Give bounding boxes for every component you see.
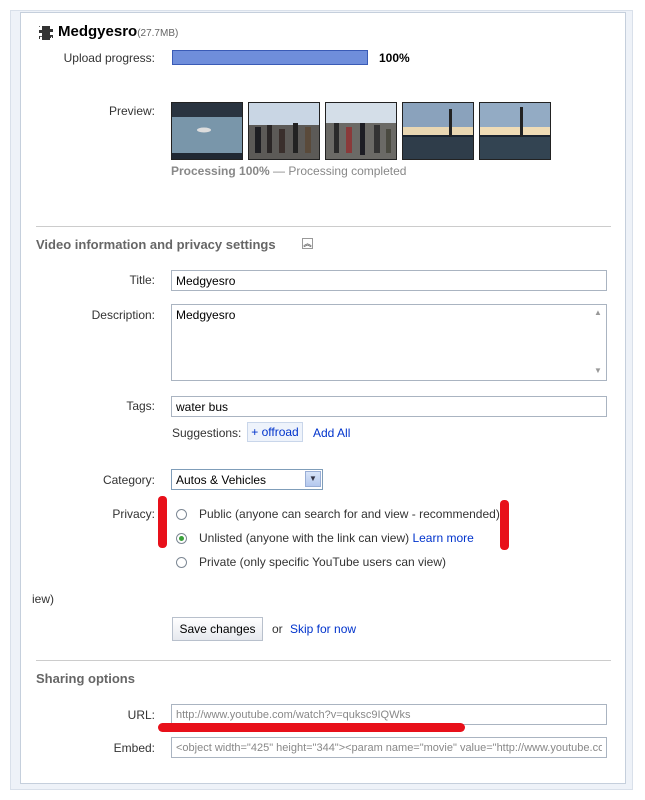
file-size: (27.7MB): [137, 28, 179, 39]
privacy-radio-unlisted[interactable]: [176, 533, 187, 544]
stray-text: iew): [32, 592, 55, 606]
privacy-option-public-label: Public (anyone can search for and view -…: [199, 507, 500, 521]
save-changes-button[interactable]: Save changes: [172, 617, 263, 641]
learn-more-link[interactable]: Learn more: [412, 531, 473, 545]
preview-thumbnail-1[interactable]: [171, 102, 243, 160]
file-heading: Medgyesro(27.7MB): [58, 23, 178, 40]
sharing-options-heading: Sharing options: [36, 671, 135, 686]
tags-input[interactable]: [171, 396, 607, 417]
preview-thumbnail-5[interactable]: [479, 102, 551, 160]
category-select[interactable]: Autos & Vehicles ▼: [171, 469, 323, 490]
title-input[interactable]: [171, 270, 607, 291]
scroll-down-icon[interactable]: ▼: [592, 366, 604, 375]
upload-progress-bar: [172, 50, 368, 65]
url-label: URL:: [127, 708, 155, 722]
privacy-radio-public[interactable]: [176, 509, 187, 520]
processing-percent: Processing 100%: [171, 164, 270, 178]
category-label: Category:: [102, 473, 155, 487]
embed-label: Embed:: [113, 741, 155, 755]
annotation-red-bar-left: [158, 496, 167, 548]
collapse-section-icon[interactable]: ︽: [302, 238, 313, 249]
file-name: Medgyesro: [58, 23, 138, 40]
upload-progress-label: Upload progress:: [63, 51, 155, 65]
embed-code-field[interactable]: [171, 737, 607, 758]
preview-thumbnail-3[interactable]: [325, 102, 397, 160]
privacy-option-unlisted: Unlisted (anyone with the link can view)…: [199, 531, 474, 545]
annotation-red-underline: [158, 723, 465, 732]
add-all-link[interactable]: Add All: [313, 426, 350, 440]
video-info-heading-text: Video information and privacy settings: [36, 237, 276, 252]
upload-progress-percent: 100%: [379, 51, 410, 65]
processing-status: Processing 100% — Processing completed: [171, 164, 406, 178]
upload-progress-fill: [173, 51, 367, 64]
privacy-option-unlisted-label: Unlisted (anyone with the link can view): [199, 531, 410, 545]
suggestion-chip-offroad[interactable]: + offroad: [247, 422, 303, 442]
description-textarea[interactable]: Medgyesro: [171, 304, 607, 381]
scroll-up-icon[interactable]: ▲: [592, 308, 604, 317]
preview-thumbnail-2[interactable]: [248, 102, 320, 160]
privacy-option-private-label: Private (only specific YouTube users can…: [199, 555, 447, 569]
processing-message: — Processing completed: [269, 164, 407, 178]
description-label: Description:: [91, 308, 155, 322]
category-selected-value: Autos & Vehicles: [176, 473, 267, 487]
tags-label: Tags:: [126, 399, 155, 413]
dropdown-arrow-icon[interactable]: ▼: [305, 471, 321, 487]
video-file-icon: [39, 26, 53, 40]
suggestions-label: Suggestions:: [172, 426, 242, 440]
or-text: or: [272, 622, 283, 636]
annotation-red-bar-right: [500, 500, 509, 550]
privacy-radio-private[interactable]: [176, 557, 187, 568]
video-info-heading: Video information and privacy settings ︽: [36, 237, 313, 252]
preview-thumbnail-4[interactable]: [402, 102, 474, 160]
url-field[interactable]: [171, 704, 607, 725]
divider-2: [36, 660, 611, 661]
divider-1: [36, 226, 611, 227]
skip-for-now-link[interactable]: Skip for now: [290, 622, 356, 636]
title-label: Title:: [129, 273, 155, 287]
privacy-label: Privacy:: [112, 507, 155, 521]
preview-label: Preview:: [108, 104, 155, 118]
